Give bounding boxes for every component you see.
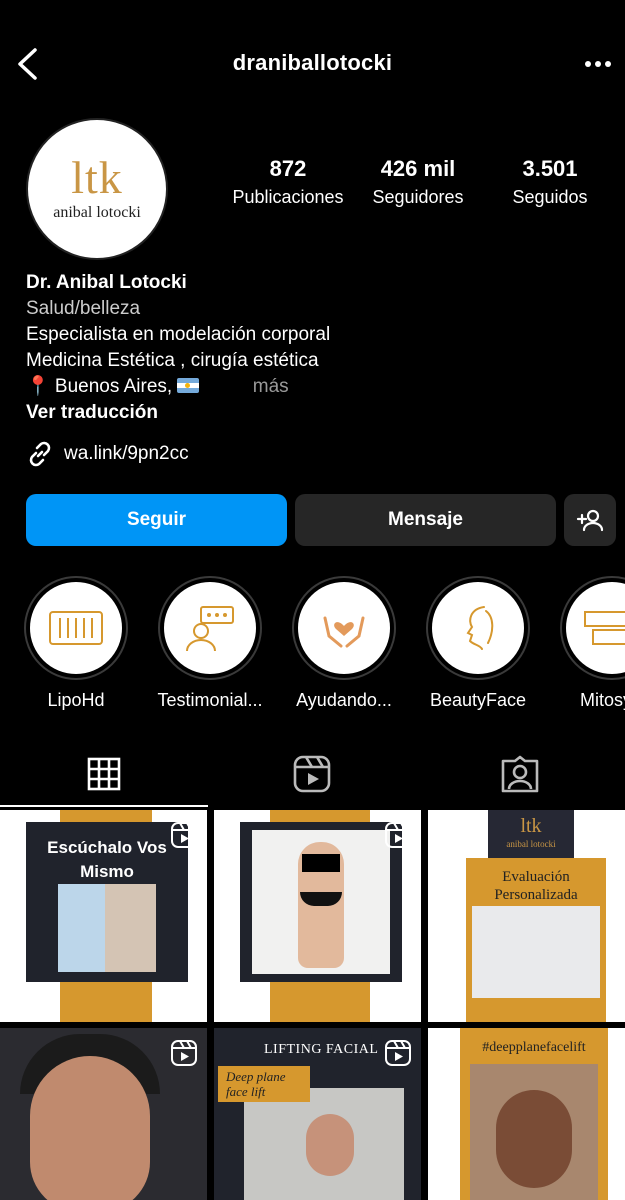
post-title: #deepplanefacelift — [482, 1040, 586, 1055]
facts-myths-icon — [584, 611, 625, 645]
post-thumbnail[interactable]: LIFTING FACIAL Deep plane face lift — [214, 1028, 421, 1200]
photo-face — [306, 1114, 354, 1176]
see-translation-link[interactable]: Ver traducción — [26, 400, 606, 426]
heart-hands-icon — [323, 616, 365, 648]
profile-avatar[interactable]: ltk anibal lotocki — [26, 118, 168, 260]
post-thumbnail[interactable] — [0, 1028, 207, 1200]
post-photo — [252, 830, 390, 974]
story-highlights: LipoHd Testimonial... Ayudando... Beauty… — [0, 576, 625, 716]
followers-count: 426 mil — [380, 156, 456, 181]
bio-location-row: 📍 Buenos Aires, más — [26, 374, 606, 400]
more-icon — [585, 61, 611, 67]
post-card — [240, 822, 402, 982]
post-thumbnail[interactable]: Escúchalo Vos Mismo — [0, 810, 207, 1022]
reel-icon — [385, 822, 411, 848]
post-thumbnail[interactable]: #deepplanefacelift — [428, 1028, 625, 1200]
post-tag: Deep plane face lift — [218, 1066, 310, 1102]
highlight-mitos[interactable]: MitosyV — [550, 576, 625, 711]
tab-tagged[interactable] — [416, 740, 624, 808]
profile-tabs — [0, 740, 625, 808]
post-photo — [470, 1064, 598, 1200]
avatar-logo-mark: ltk — [71, 152, 123, 203]
bio-link[interactable]: wa.link/9pn2cc — [26, 440, 189, 468]
posts-count: 872 — [269, 156, 307, 181]
highlight-testimonials[interactable]: Testimonial... — [148, 576, 272, 711]
post-title: Escúchalo Vos Mismo — [47, 838, 167, 881]
highlight-label: BeautyFace — [429, 690, 527, 710]
suggested-users-button[interactable] — [564, 494, 616, 546]
post-card: Escúchalo Vos Mismo — [26, 822, 188, 982]
message-button[interactable]: Mensaje — [295, 494, 556, 546]
profile-category: Salud/belleza — [26, 298, 141, 319]
reel-icon — [171, 822, 197, 848]
avatar-logo-name: anibal lotocki — [53, 204, 141, 221]
highlight-label: Ayudando... — [296, 690, 392, 710]
post-title: Evaluación Personalizada — [494, 869, 578, 903]
stat-followers[interactable]: 426 mil Seguidores — [360, 156, 476, 210]
profile-username: draniballotocki — [232, 50, 393, 75]
top-bar: draniballotocki — [0, 0, 625, 128]
reel-icon — [385, 1040, 411, 1066]
highlight-beautyface[interactable]: BeautyFace — [416, 576, 540, 711]
highlight-label: MitosyV — [579, 690, 625, 710]
post-thumbnail[interactable] — [214, 810, 421, 1022]
face-profile-icon — [466, 606, 494, 650]
tab-grid[interactable] — [0, 740, 208, 808]
post-logo: ltk anibal lotocki — [488, 810, 574, 858]
testimonial-icon — [186, 606, 234, 652]
post-thumbnail[interactable]: ltk anibal lotocki Evaluación Personaliz… — [428, 810, 625, 1022]
highlight-label: Testimonial... — [157, 690, 263, 710]
posts-label: Publicaciones — [232, 187, 344, 207]
photo-face — [30, 1056, 150, 1200]
bio-line-2: Medicina Estética , cirugía estética — [26, 350, 319, 371]
follow-button[interactable]: Seguir — [26, 494, 287, 546]
profile-bio: Dr. Anibal Lotocki Salud/belleza Especia… — [26, 270, 606, 426]
following-label: Seguidos — [512, 187, 588, 207]
link-icon — [29, 441, 51, 467]
post-title: LIFTING FACIAL — [264, 1042, 379, 1057]
photo-face — [496, 1090, 572, 1188]
more-options-button[interactable] — [578, 48, 618, 80]
bio-line-1: Especialista en modelación corporal — [26, 324, 331, 345]
stat-posts[interactable]: 872 Publicaciones — [226, 156, 350, 210]
highlight-ayudando[interactable]: Ayudando... — [282, 576, 406, 711]
active-tab-indicator — [0, 805, 208, 807]
profile-name: Dr. Anibal Lotocki — [26, 272, 187, 293]
post-photo — [58, 884, 156, 972]
followers-label: Seguidores — [372, 187, 464, 207]
following-count: 3.501 — [522, 156, 578, 181]
reel-icon — [171, 1040, 197, 1066]
tagged-icon — [501, 755, 539, 793]
stat-following[interactable]: 3.501 Seguidos — [498, 156, 602, 210]
reels-icon — [293, 755, 331, 793]
body-chart-icon — [49, 611, 103, 645]
post-photo — [244, 1088, 404, 1200]
posts-grid: Escúchalo Vos Mismo ltk anibal lotocki E… — [0, 810, 625, 1200]
censor-bar — [302, 854, 340, 872]
highlight-lipohd[interactable]: LipoHd — [14, 576, 138, 711]
highlight-label: LipoHd — [47, 690, 105, 710]
bio-more-link[interactable]: más — [253, 376, 289, 397]
grid-icon — [87, 757, 121, 791]
tab-reels[interactable] — [208, 740, 416, 808]
add-user-icon — [576, 509, 604, 532]
bio-link-text: wa.link/9pn2cc — [64, 443, 189, 464]
argentina-flag-icon — [177, 378, 200, 393]
post-logo-name: anibal lotocki — [506, 839, 556, 849]
post-logo-mark: ltk — [520, 815, 542, 837]
bio-location: 📍 Buenos Aires, — [26, 376, 173, 397]
post-photo — [472, 906, 600, 998]
